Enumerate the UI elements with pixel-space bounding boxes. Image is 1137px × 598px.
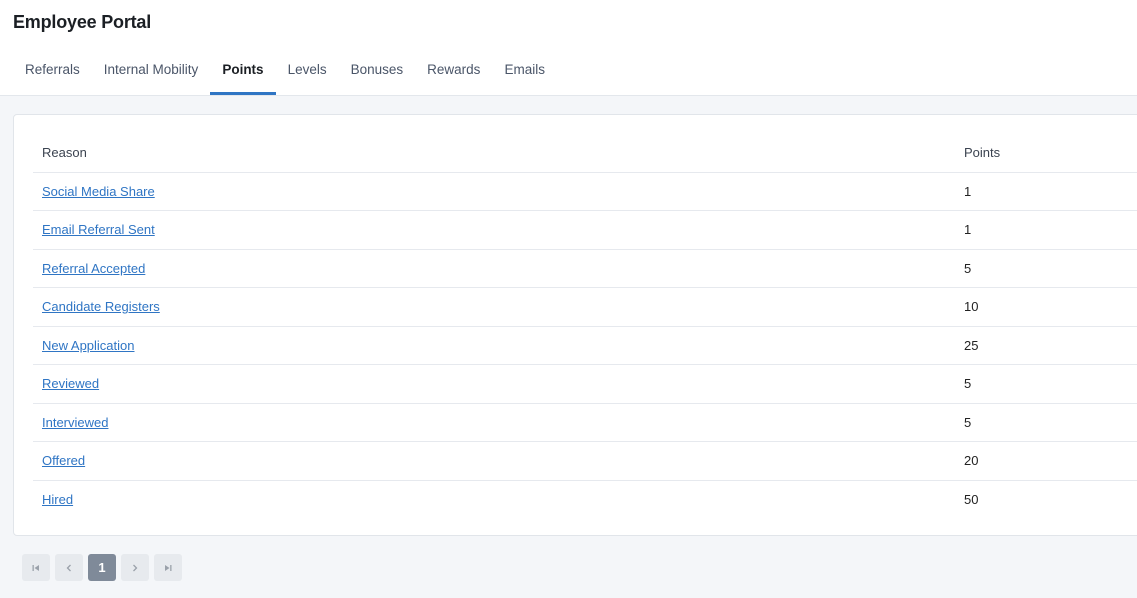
reason-cell: Email Referral Sent <box>33 210 955 250</box>
table-row: Referral Accepted 5 <box>33 249 1137 288</box>
table-row: Social Media Share 1 <box>33 172 1137 211</box>
reason-link[interactable]: Social Media Share <box>42 184 155 199</box>
points-cell: 25 <box>955 326 1137 365</box>
first-page-icon <box>32 564 39 571</box>
table-row: Interviewed 5 <box>33 403 1137 442</box>
column-header-points[interactable]: Points <box>955 133 1137 173</box>
reason-cell: Interviewed <box>33 403 955 442</box>
column-header-reason[interactable]: Reason <box>33 133 955 173</box>
reason-cell: Offered <box>33 441 955 481</box>
reason-cell: New Application <box>33 326 955 365</box>
reason-cell: Candidate Registers <box>33 287 955 327</box>
next-page-icon <box>133 564 138 571</box>
points-table: Reason Points Social Media Share 1 Email… <box>33 133 1137 519</box>
points-cell: 1 <box>955 172 1137 211</box>
prev-page-button[interactable] <box>55 554 83 581</box>
app-title: Employee Portal <box>13 12 152 32</box>
tab-internal-mobility[interactable]: Internal Mobility <box>92 52 211 95</box>
reason-link[interactable]: Offered <box>42 453 85 468</box>
reason-link[interactable]: Candidate Registers <box>42 299 160 314</box>
points-card: Reason Points Social Media Share 1 Email… <box>13 114 1137 536</box>
last-page-button[interactable] <box>154 554 182 581</box>
next-page-button[interactable] <box>121 554 149 581</box>
reason-cell: Social Media Share <box>33 172 955 211</box>
table-row: Offered 20 <box>33 441 1137 481</box>
page-number-button[interactable]: 1 <box>88 554 116 581</box>
table-row: Reviewed 5 <box>33 364 1137 404</box>
reason-link[interactable]: Interviewed <box>42 415 108 430</box>
table-row: New Application 25 <box>33 326 1137 365</box>
reason-link[interactable]: Referral Accepted <box>42 261 145 276</box>
points-cell: 50 <box>964 492 979 507</box>
points-cell: 20 <box>955 441 1137 481</box>
tab-rewards[interactable]: Rewards <box>415 52 492 95</box>
table-row: Candidate Registers 10 <box>33 287 1137 327</box>
tab-bonuses[interactable]: Bonuses <box>339 52 416 95</box>
prev-page-icon <box>66 564 71 571</box>
reason-link[interactable]: Reviewed <box>42 376 99 391</box>
points-cell: 5 <box>955 403 1137 442</box>
points-cell: 5 <box>955 364 1137 404</box>
reason-link[interactable]: Hired <box>42 492 73 507</box>
points-cell: 5 <box>955 249 1137 288</box>
tab-levels[interactable]: Levels <box>276 52 339 95</box>
table-row: Hired 50 <box>33 480 1137 519</box>
reason-cell: Referral Accepted <box>33 249 955 288</box>
app-header: Employee Portal Referrals Internal Mobil… <box>0 0 1137 96</box>
pagination: 1 <box>22 554 182 581</box>
table-row: Email Referral Sent 1 <box>33 210 1137 250</box>
points-cell: 1 <box>955 210 1137 250</box>
reason-cell: Hired <box>33 480 955 519</box>
last-page-icon <box>165 564 172 571</box>
tab-emails[interactable]: Emails <box>492 52 557 95</box>
table-header-row: Reason Points <box>33 133 1137 173</box>
first-page-button[interactable] <box>22 554 50 581</box>
tab-bar: Referrals Internal Mobility Points Level… <box>13 52 557 96</box>
points-cell: 10 <box>955 287 1137 327</box>
reason-cell: Reviewed <box>33 364 955 404</box>
reason-link[interactable]: New Application <box>42 338 135 353</box>
reason-link[interactable]: Email Referral Sent <box>42 222 155 237</box>
tab-points[interactable]: Points <box>210 52 276 95</box>
tab-referrals[interactable]: Referrals <box>13 52 92 95</box>
